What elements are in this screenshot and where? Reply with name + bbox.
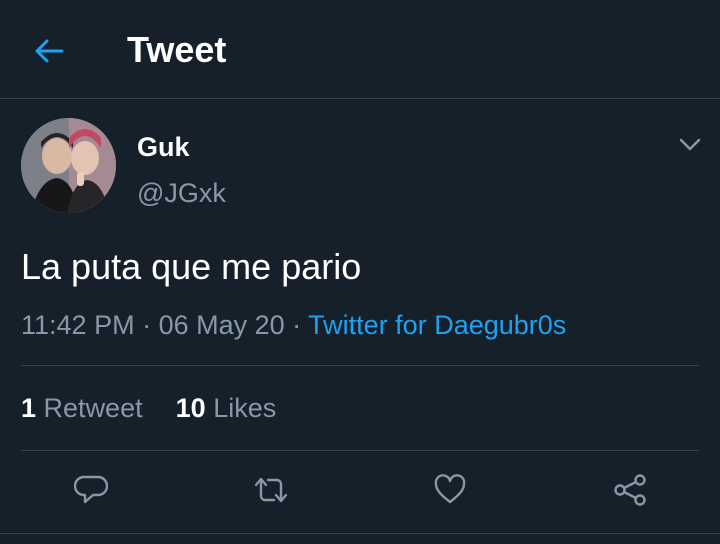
- retweet-count: 1: [21, 393, 37, 423]
- display-name[interactable]: Guk: [137, 131, 190, 163]
- heart-icon: [434, 474, 466, 504]
- share-button[interactable]: [610, 470, 650, 510]
- reply-button[interactable]: [71, 470, 111, 510]
- chevron-down-icon: [679, 138, 701, 151]
- like-button[interactable]: [430, 470, 470, 510]
- user-handle[interactable]: @JGxk: [137, 177, 226, 209]
- action-bar: [0, 462, 720, 522]
- arrow-left-icon: [35, 39, 64, 63]
- divider: [0, 533, 720, 534]
- like-count: 10: [175, 393, 206, 423]
- avatar[interactable]: [21, 118, 116, 213]
- tweet-time: 11:42 PM: [21, 310, 135, 340]
- retweet-icon: [254, 477, 288, 503]
- retweet-label: Retweet: [43, 393, 143, 423]
- engagement-stats: 1 Retweet 10 Likes: [21, 391, 276, 425]
- reply-icon: [74, 475, 108, 504]
- likes-stat[interactable]: 10 Likes: [176, 393, 277, 423]
- tweet-date: 06 May 20: [158, 310, 285, 340]
- tweet-text: La puta que me pario: [21, 246, 362, 287]
- divider: [21, 365, 699, 366]
- meta-separator: ·: [284, 310, 309, 340]
- avatar-photo: [21, 118, 116, 213]
- top-bar: Tweet: [0, 0, 720, 99]
- retweets-stat[interactable]: 1 Retweet: [21, 393, 143, 423]
- retweet-button[interactable]: [251, 470, 291, 510]
- share-icon: [614, 474, 646, 506]
- tweet-options-button[interactable]: [676, 134, 704, 156]
- page-title: Tweet: [127, 29, 227, 70]
- tweet-source-link[interactable]: Twitter for Daegubr0s: [308, 310, 566, 340]
- tweet-metadata: 11:42 PM · 06 May 20 · Twitter for Daegu…: [21, 308, 566, 342]
- likes-label: Likes: [213, 393, 277, 423]
- divider: [21, 450, 699, 451]
- meta-separator: ·: [134, 310, 159, 340]
- back-button[interactable]: [32, 34, 66, 68]
